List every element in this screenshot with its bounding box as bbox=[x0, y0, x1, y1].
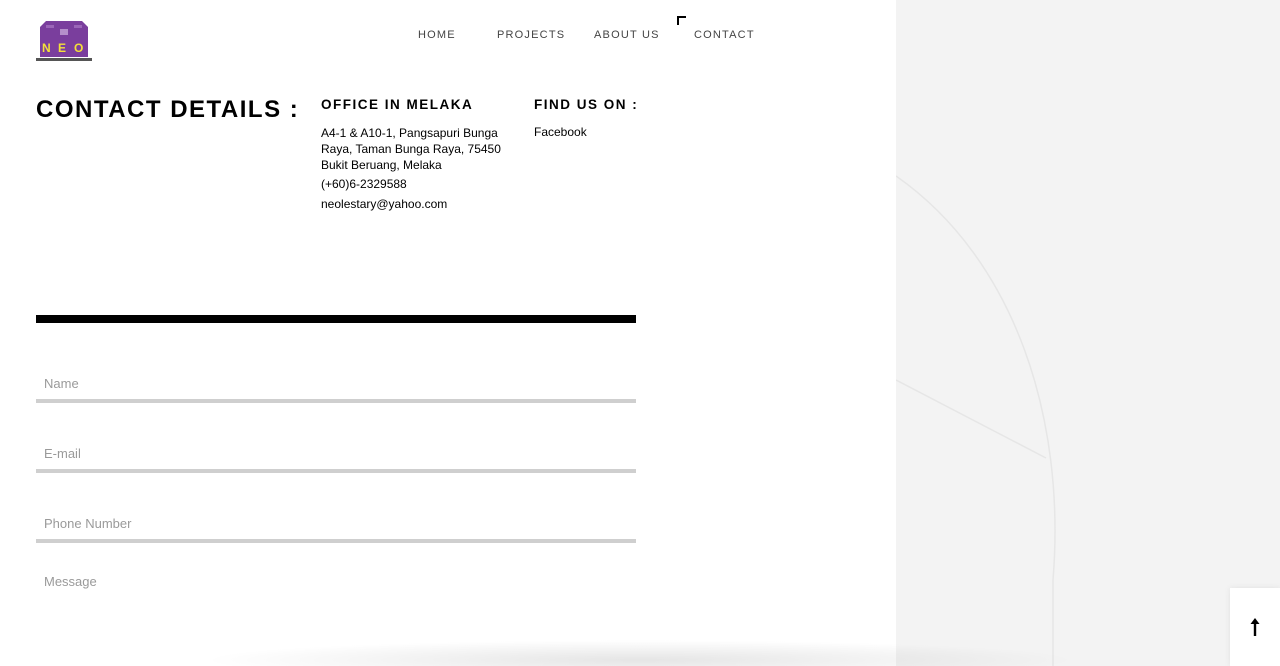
office-phone: (+60)6-2329588 bbox=[321, 177, 407, 191]
scroll-to-top-button[interactable] bbox=[1230, 588, 1280, 666]
email-input[interactable] bbox=[36, 437, 636, 473]
name-input[interactable] bbox=[36, 367, 636, 403]
facebook-link[interactable]: Facebook bbox=[534, 125, 587, 139]
decorative-arc bbox=[896, 175, 1056, 666]
decorative-background-panel bbox=[896, 0, 1280, 666]
phone-input[interactable] bbox=[36, 507, 636, 543]
svg-text:N: N bbox=[42, 41, 51, 55]
office-email: neolestary@yahoo.com bbox=[321, 197, 448, 211]
office-heading: OFFICE IN MELAKA bbox=[321, 97, 474, 112]
nav-contact[interactable]: CONTACT bbox=[694, 29, 755, 41]
nav-about-us[interactable]: ABOUT US bbox=[594, 29, 660, 41]
office-address: A4-1 & A10-1, Pangsapuri Bunga Raya, Tam… bbox=[321, 126, 501, 172]
neo-logo[interactable]: N E O bbox=[36, 19, 92, 61]
arrow-up-icon bbox=[1250, 618, 1260, 636]
active-nav-indicator bbox=[677, 16, 686, 25]
bottom-shadow bbox=[200, 640, 1080, 666]
svg-text:O: O bbox=[74, 41, 83, 55]
nav-home[interactable]: HOME bbox=[418, 29, 456, 41]
find-us-heading: FIND US ON : bbox=[534, 97, 639, 112]
nav-projects[interactable]: PROJECTS bbox=[497, 29, 565, 41]
form-divider bbox=[36, 315, 636, 323]
page-title: CONTACT DETAILS : bbox=[36, 96, 300, 123]
message-input[interactable] bbox=[36, 570, 636, 630]
svg-text:E: E bbox=[58, 41, 66, 55]
